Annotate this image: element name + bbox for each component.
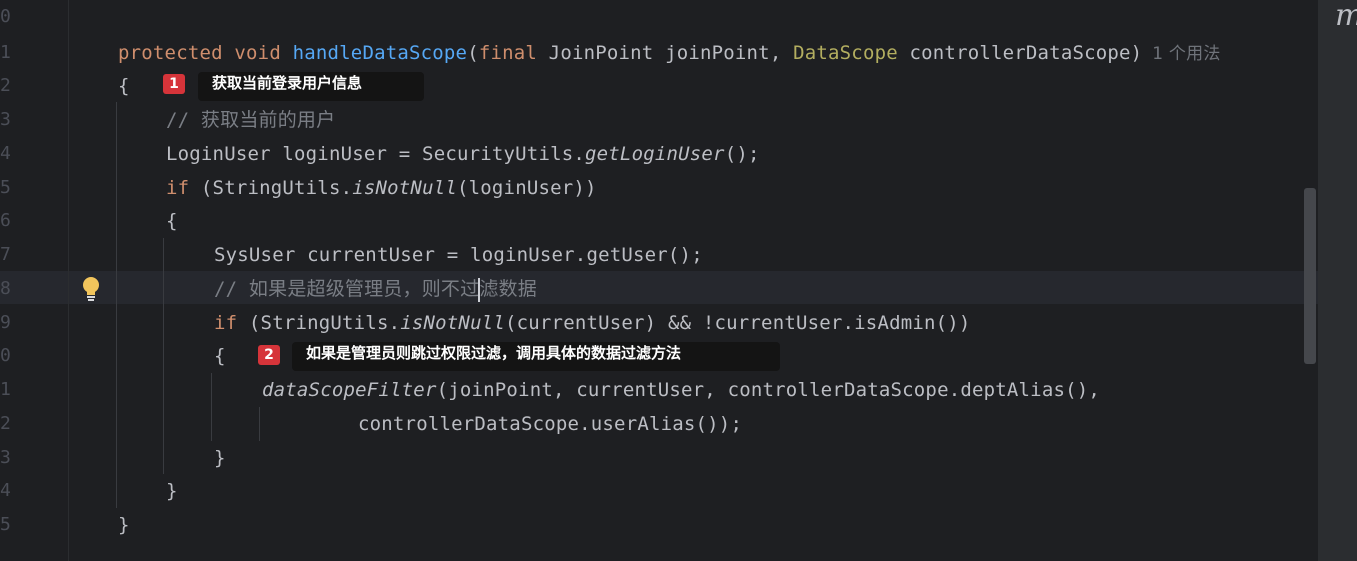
comment-text: 滤数据 [479,278,537,300]
keyword: protected [118,42,223,64]
code-line[interactable]: if (StringUtils.isNotNull(loginUser)) [166,171,597,205]
code-line[interactable]: { [166,204,178,238]
current-line-highlight [0,271,1318,304]
static-method: isNotNull [400,312,505,334]
code-line[interactable]: if (StringUtils.isNotNull(currentUser) &… [214,306,971,340]
line-number: 7 [0,244,10,265]
code-line[interactable]: { [214,339,226,373]
comment-text: // 如果是超级管理员，则不过 [214,278,480,300]
code-line[interactable]: controllerDataScope.userAlias()); [358,407,742,441]
indent-guide [211,373,212,441]
code-comment[interactable]: // 获取当前的用户 [166,103,335,137]
scrollbar-thumb[interactable] [1304,188,1316,364]
line-number: 4 [0,480,10,501]
code-line[interactable]: protected void handleDataScope(final Joi… [118,36,1221,70]
method-name: handleDataScope [292,42,468,64]
usage-hint[interactable]: 1 个用法 [1152,44,1220,64]
line-number: 3 [0,447,10,468]
line-number: 2 [0,413,10,434]
annotation-type: DataScope [793,42,898,64]
line-number: 3 [0,109,10,130]
method-call: dataScopeFilter [262,379,437,401]
code-token: (StringUtils. [189,177,353,199]
line-number: 5 [0,177,10,198]
code-editor[interactable]: 0 1 2 3 4 5 6 7 8 9 0 1 2 3 4 5 protecte… [0,0,1320,561]
line-number: 8 [0,278,10,299]
code-token: LoginUser loginUser = SecurityUtils. [166,143,586,165]
code-token: (StringUtils. [237,312,401,334]
code-line[interactable]: LoginUser loginUser = SecurityUtils.getL… [166,137,760,171]
line-number: 2 [0,75,10,96]
code-line[interactable]: SysUser currentUser = loginUser.getUser(… [214,238,703,272]
line-number: 1 [0,379,10,400]
code-token: (joinPoint, currentUser, controllerDataS… [436,379,1101,401]
code-token: (currentUser) && !currentUser.isAdmin()) [505,312,971,334]
line-number: 4 [0,143,10,164]
line-number: 9 [0,312,10,333]
static-method: getLoginUser [585,143,725,165]
annotation-callout: 获取当前登录用户信息 [198,72,424,101]
annotation-badge: 1 [163,74,185,94]
keyword: if [214,312,238,334]
line-number: 0 [0,345,10,366]
code-comment[interactable]: // 如果是超级管理员，则不过滤数据 [214,272,537,306]
gutter[interactable]: 0 1 2 3 4 5 6 7 8 9 0 1 2 3 4 5 [0,0,69,561]
keyword: final [478,42,538,64]
code-token: JoinPoint joinPoint, [537,42,794,64]
line-number: 5 [0,514,10,535]
code-token: ( [467,42,479,64]
code-line[interactable]: dataScopeFilter(joinPoint, currentUser, … [262,373,1100,407]
line-number: 1 [0,42,10,63]
code-token: controllerDataScope) [897,42,1143,64]
code-line[interactable]: } [214,441,226,475]
indent-guide [163,238,164,474]
lightbulb-icon[interactable] [80,276,102,302]
static-method: isNotNull [352,177,457,199]
annotation-callout: 如果是管理员则跳过权限过滤，调用具体的数据过滤方法 [292,342,780,371]
code-line[interactable]: } [166,474,178,508]
keyword: void [234,42,281,64]
code-line[interactable]: { [118,69,130,103]
code-line[interactable]: } [118,508,130,542]
code-token: (); [724,143,760,165]
indent-guide [116,102,117,508]
indent-guide [259,407,260,441]
code-token: (loginUser)) [457,177,597,199]
corner-glyph: m [1335,0,1357,33]
line-number: 0 [0,6,10,27]
right-panel-strip [1318,0,1357,561]
annotation-badge: 2 [258,345,280,365]
keyword: if [166,177,190,199]
line-number: 6 [0,210,10,231]
